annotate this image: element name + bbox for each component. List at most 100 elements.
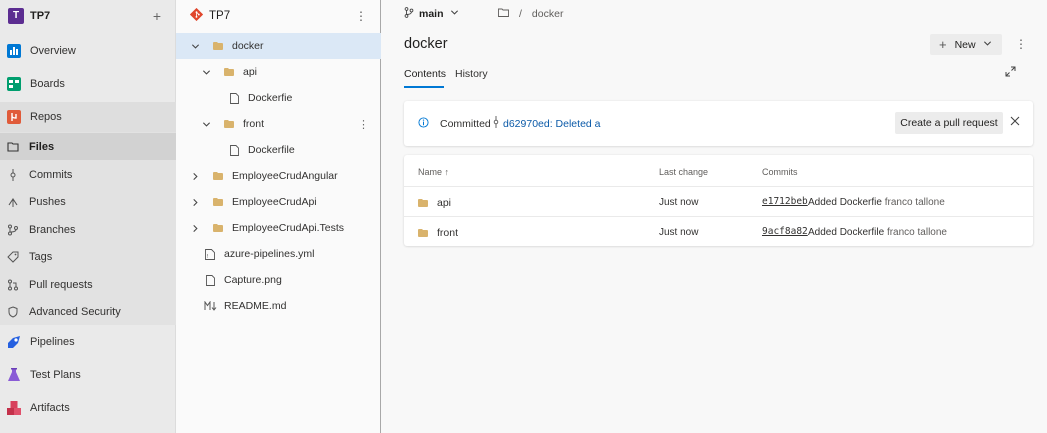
folder-icon [212,197,224,207]
nav-branches[interactable]: Branches [0,216,176,243]
nav-repos-label: Repos [30,111,62,123]
project-header[interactable]: T TP7 + [0,0,175,31]
chevron-down-icon [450,8,459,20]
tree-item-label: front [243,118,265,130]
repos-icon [6,109,22,125]
commit-author: franco tallone [886,227,947,238]
chevron-down-icon[interactable] [201,67,211,77]
more-options-icon[interactable]: ⋮ [1015,38,1027,50]
breadcrumb-folder[interactable]: docker [532,8,564,20]
nav-commits[interactable]: Commits [0,161,176,188]
tree-item-capture-png[interactable]: Capture.png [176,267,381,293]
fullscreen-icon[interactable] [1005,66,1016,80]
overview-icon [6,43,22,59]
chevron-right-icon[interactable] [190,223,200,233]
test-plans-icon [6,367,22,383]
breadcrumb: / docker [498,6,563,22]
row-commit-message: Added Dockerfile franco tallone [808,227,947,238]
table-row[interactable]: api Just now e1712beb Added Dockerfie fr… [404,186,1033,216]
tree-item-label: EmployeeCrudApi.Tests [232,222,345,234]
nav-overview[interactable]: Overview [0,36,176,66]
nav-advanced-security[interactable]: Advanced Security [0,298,176,325]
nav-pull-requests[interactable]: Pull requests [0,271,176,298]
tab-history[interactable]: History [455,68,488,80]
tree-item-azure-pipelines[interactable]: ! azure-pipelines.yml [176,241,381,267]
more-options-icon[interactable]: ⋮ [354,10,368,22]
tree-item-label: Dockerfie [248,92,293,104]
project-name[interactable]: TP7 [30,10,149,22]
nav-overview-label: Overview [30,45,76,57]
table-row[interactable]: front Just now 9acf8a82 Added Dockerfile… [404,216,1033,246]
main-content: main / docker docker + New ⋮ Contents Hi… [382,0,1047,433]
nav-boards-label: Boards [30,78,65,90]
markdown-icon [204,301,218,311]
files-icon [7,141,19,153]
tree-item-employeecrudapi-tests[interactable]: EmployeeCrudApi.Tests [176,215,381,241]
tree-item-dockerfie[interactable]: Dockerfie [176,85,381,111]
commit-icon [7,168,19,181]
tree-item-front[interactable]: front ⋮ [176,111,381,137]
branch-name: main [419,8,444,20]
tree-item-employeecrudangular[interactable]: EmployeeCrudAngular [176,163,381,189]
tree-item-docker[interactable]: docker [176,33,381,59]
repo-file-tree: TP7 ⋮ docker api Dockerfie front ⋮ Docke… [176,0,381,433]
chevron-right-icon[interactable] [190,171,200,181]
tree-item-readme[interactable]: README.md [176,293,381,319]
folder-icon [418,228,428,240]
more-options-icon[interactable]: ⋮ [358,118,369,131]
create-pull-request-button[interactable]: Create a pull request [895,112,1003,134]
tree-item-employeecrudapi[interactable]: EmployeeCrudApi [176,189,381,215]
info-icon [418,117,429,131]
nav-test-plans[interactable]: Test Plans [0,360,176,390]
branch-selector[interactable]: main [404,6,459,22]
nav-pipelines-label: Pipelines [30,336,75,348]
push-icon [7,196,19,208]
tree-item-label: Dockerfile [248,144,295,156]
folder-icon [212,41,224,51]
project-avatar: T [8,7,24,24]
nav-tags[interactable]: Tags [0,243,176,270]
file-icon [204,274,216,286]
row-last-change: Just now [659,197,699,208]
committed-label: Committed [440,118,491,130]
nav-artifacts[interactable]: Artifacts [0,393,176,423]
nav-repos[interactable]: Repos [0,102,176,132]
left-navigation: T TP7 + Overview Boards Repos Files Comm… [0,0,176,433]
row-name[interactable]: api [437,197,451,209]
nav-files[interactable]: Files [0,133,176,160]
svg-text:!: ! [207,254,209,260]
page-title: docker [404,36,448,52]
tab-contents[interactable]: Contents [404,68,446,80]
artifacts-icon [6,400,22,416]
tree-item-api[interactable]: api [176,59,381,85]
pull-request-icon [7,279,19,291]
nav-pull-requests-label: Pull requests [29,278,93,291]
new-button[interactable]: + New [930,34,1002,55]
git-repo-icon [189,7,204,24]
tree-item-label: README.md [224,300,287,312]
folder-outline-icon[interactable] [498,8,509,20]
column-header-name[interactable]: Name ↑ [418,167,449,177]
branch-icon [7,224,19,236]
row-commit-hash[interactable]: e1712beb [762,196,808,207]
add-icon[interactable]: + [149,9,165,23]
chevron-right-icon[interactable] [190,197,200,207]
tree-item-label: azure-pipelines.yml [224,248,315,260]
folder-icon [223,67,235,77]
row-commit-hash[interactable]: 9acf8a82 [762,226,808,237]
commit-link[interactable]: d62970ed: Deleted a [503,118,601,130]
row-name[interactable]: front [437,227,458,239]
nav-pipelines[interactable]: Pipelines [0,327,176,357]
close-icon[interactable] [1010,116,1020,129]
nav-branches-label: Branches [29,223,76,236]
tag-icon [7,251,19,263]
tree-item-dockerfile[interactable]: Dockerfile [176,137,381,163]
pipelines-icon [6,334,22,350]
repo-name[interactable]: TP7 [209,10,354,22]
nav-boards[interactable]: Boards [0,69,176,99]
nav-pushes[interactable]: Pushes [0,188,176,215]
tree-item-label: EmployeeCrudApi [232,196,317,208]
files-table: Name ↑ Last change Commits api Just now … [404,155,1033,246]
chevron-down-icon[interactable] [190,41,200,51]
chevron-down-icon[interactable] [201,119,211,129]
